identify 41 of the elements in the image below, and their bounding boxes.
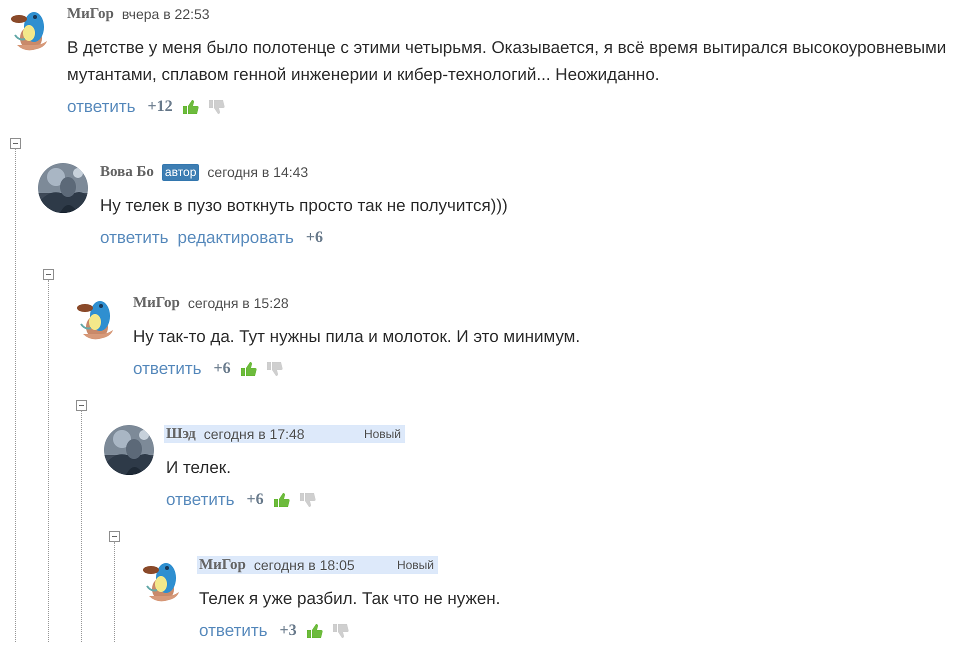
thumbs-up-icon[interactable] <box>306 623 323 639</box>
author-name[interactable]: МиГор <box>199 554 246 576</box>
comment-time[interactable]: сегодня в 15:28 <box>188 292 289 314</box>
action-link[interactable]: ответить <box>100 225 169 251</box>
author-name[interactable]: Шэд <box>166 422 196 446</box>
comment-time[interactable]: вчера в 22:53 <box>122 4 210 24</box>
vote-score: +3 <box>280 621 297 641</box>
thumbs-up-icon[interactable] <box>272 492 290 508</box>
author-name[interactable]: Вова Бо <box>100 160 154 184</box>
thumbs-down-icon[interactable] <box>298 492 316 508</box>
comment-time[interactable]: сегодня в 17:48 <box>204 424 305 444</box>
action-link[interactable]: ответить <box>199 618 268 644</box>
action-link[interactable]: редактировать <box>178 225 294 251</box>
comment-time[interactable]: сегодня в 14:43 <box>207 162 308 182</box>
vote-score: +6 <box>306 228 323 248</box>
comment-text: Ну так-то да. Тут нужны пила и молоток. И это минимум. <box>133 326 582 348</box>
comment-text: Телек я уже разбил. Так что не нужен. <box>199 588 502 610</box>
author-name[interactable]: МиГор <box>67 2 114 26</box>
collapse-toggle[interactable] <box>76 400 87 411</box>
comment-text: В детстве у меня было полотенце с этими четырьмя. Оказывается, я всё время вытирался высокоуровневыми мутантами, сплавом генной инженерии и кибер-технологий... Неожиданно. <box>67 37 948 86</box>
action-link[interactable]: ответить <box>166 487 235 513</box>
vote-score: +12 <box>148 97 173 117</box>
comment-text: Ну телек в пузо воткнуть просто так не получится))) <box>100 195 509 217</box>
thumbs-up-icon[interactable] <box>182 99 199 115</box>
collapse-toggle[interactable] <box>109 531 120 542</box>
thumbs-down-icon[interactable] <box>208 99 225 115</box>
collapse-toggle[interactable] <box>10 138 21 149</box>
comment-text: И телек. <box>166 457 232 479</box>
collapse-toggle[interactable] <box>43 269 54 280</box>
vote-score: +6 <box>214 359 231 379</box>
thumbs-up-icon[interactable] <box>240 361 257 377</box>
action-link[interactable]: ответить <box>133 356 202 382</box>
new-label: Новый <box>364 426 401 443</box>
vote-score: +6 <box>246 490 264 510</box>
comment-time[interactable]: сегодня в 18:05 <box>254 554 355 576</box>
thumbs-down-icon[interactable] <box>332 623 349 639</box>
action-link[interactable]: ответить <box>67 94 136 120</box>
new-label: Новый <box>396 557 434 574</box>
author-name[interactable]: МиГор <box>133 292 180 314</box>
thumbs-down-icon[interactable] <box>266 361 283 377</box>
author-badge: автор <box>162 164 200 180</box>
